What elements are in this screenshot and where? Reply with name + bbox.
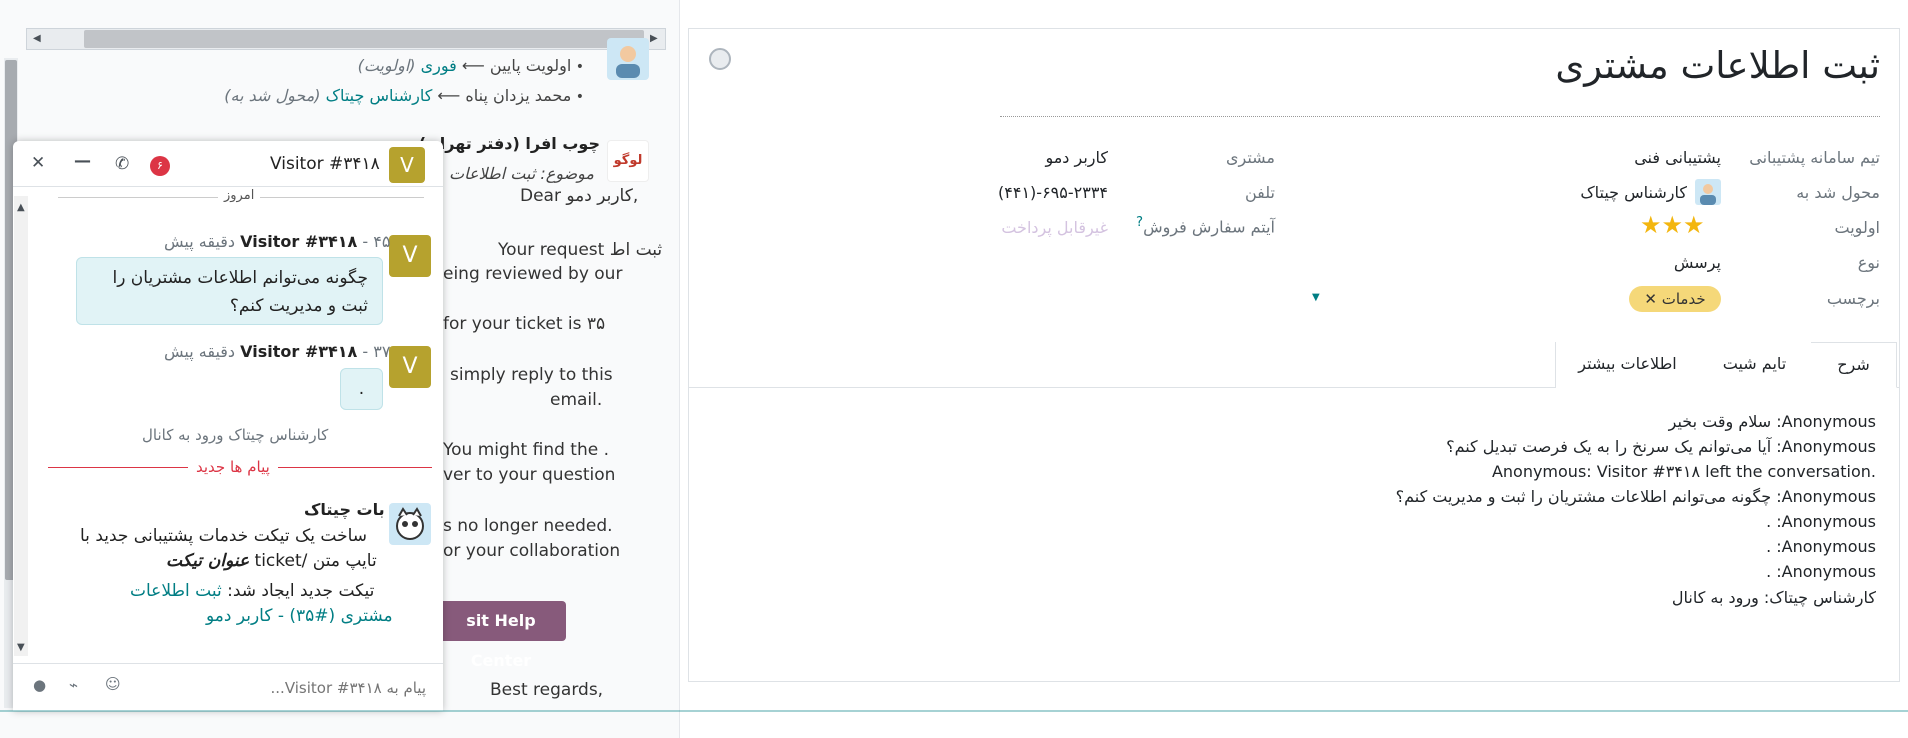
email-line: eing reviewed by our [443,264,623,284]
bot-line: ساخت یک تیکت خدمات پشتیبانی جدید با [80,526,368,546]
tag-remove-icon[interactable]: ✕ [1644,290,1657,308]
close-icon[interactable]: ✕ [31,153,45,173]
microphone-icon[interactable]: ● [33,676,46,694]
assignee-avatar [1695,179,1721,205]
email-line: or your collaboration [443,541,621,561]
ticket-link[interactable]: ثبت اطلاعات [130,581,222,601]
visitor-avatar: V [389,147,425,183]
email-line: for your ticket is ۳۵ [443,314,606,334]
phone-icon[interactable]: ✆ [115,154,129,174]
scroll-up-arrow-icon[interactable]: ▲ [17,202,25,213]
description-line: کارشناس چیتاک: ورود به کانال [1671,588,1876,607]
field-label: آیتم سفارش فروش? [1136,215,1275,237]
chat-scrollbar[interactable] [14,196,28,656]
help-center-button[interactable]: sit Help Center [436,601,566,670]
status-circle[interactable] [709,48,731,70]
email-line: email. [550,390,603,410]
bot-line: تایپ متن /ticket عنوان تیکت [166,551,377,571]
description-line: Anonymous: چگونه می‌توانم اطلاعات مشتریا… [1395,487,1876,506]
star-icon[interactable]: ★ [1683,211,1705,239]
description-line: Anonymous: Visitor #۳۴۱۸ left the conver… [1491,462,1876,481]
system-notification: کارشناس چیتاک ورود به کانال [142,426,329,444]
customer-value[interactable]: کاربر دمو [1045,148,1108,167]
company-logo: لوگو [607,140,649,182]
sale-line-value[interactable]: غیرقابل پرداخت [1001,218,1108,237]
tab-extra-info[interactable]: اطلاعات بیشتر [1555,342,1699,388]
star-icon[interactable]: ★ [1662,211,1684,239]
ticket-link[interactable]: مشتری (#۳۵) - کاربر دمو [206,606,393,626]
scroll-down-arrow-icon[interactable]: ▼ [17,642,25,653]
day-separator-label: امروز [218,188,261,203]
description-line: Anonymous: سلام وقت بخیر [1668,412,1876,431]
email-line: ver to your question [443,465,616,485]
email-line: Your request ثبت اط [498,240,663,260]
description-line: Anonymous: . [1766,562,1876,581]
new-messages-label: پیام ها جدید [188,458,278,476]
type-value[interactable]: پرسش [1674,253,1721,272]
field-label: برچسب [1826,289,1880,308]
team-value[interactable]: پشتیبانی فنی [1634,148,1721,167]
minimize-icon[interactable]: — [74,151,91,171]
attachment-icon[interactable]: ⌁ [69,676,78,694]
email-line: simply reply to this [450,365,613,385]
title-underline [1000,116,1880,117]
company-name: چوب افرا (دفتر تهران) [418,134,600,153]
message-input[interactable] [26,673,436,703]
email-line: You might find the . [443,440,610,460]
bot-line: تیکت جدید ایجاد شد: ثبت اطلاعات [130,581,375,601]
visitor-avatar: V [389,346,431,388]
notification-count-badge: ۶ [150,156,170,176]
email-line: Best regards, [490,680,604,700]
bottom-border [0,710,1908,712]
emoji-icon[interactable]: ☺ [105,675,121,693]
tab-timesheet[interactable]: تایم شیت [1698,342,1811,388]
tracking-line-priority: • اولویت پایین ⟵ فوری (اولویت) [357,56,584,75]
horizontal-scroll-thumb[interactable] [84,30,644,48]
bot-avatar [389,503,431,545]
message-sender: Visitor #۳۴۱۸ - ۴۵ دقیقه پیش [164,232,391,251]
field-label: نوع [1857,253,1880,272]
field-label: محول شد به [1796,183,1880,202]
bot-name: بات چیتاک [304,500,385,519]
visitor-avatar: V [389,235,431,277]
user-avatar [607,38,649,80]
field-label: مشتری [1225,148,1275,167]
tag-badge[interactable]: خدمات ✕ [1629,286,1721,312]
assignee-value[interactable]: کارشناس چیتاک [1580,183,1687,202]
star-icon[interactable]: ★ [1640,211,1662,239]
scroll-right-arrow-icon[interactable]: ▶ [650,33,658,44]
phone-value[interactable]: (۴۴۱)-۶۹۵-۲۳۳۴ [998,183,1108,202]
scroll-left-arrow-icon[interactable]: ◀ [33,33,41,44]
message-sender: Visitor #۳۴۱۸ - ۳۷ دقیقه پیش [164,342,391,361]
chat-visitor-name: Visitor #۳۴۱۸ [270,154,380,174]
message-bubble: . [340,368,383,410]
email-subject: موضوع: ثبت اطلاعات [449,164,594,183]
description-line: Anonymous: . [1766,537,1876,556]
description-line: Anonymous: آیا می‌توانم یک سرنخ را به یک… [1446,437,1876,456]
ticket-title[interactable]: ثبت اطلاعات مشتری [1555,44,1880,87]
field-label: تیم سامانه پشتیبانی [1749,148,1880,167]
message-bubble: چگونه می‌توانم اطلاعات مشتریان را ثبت و … [76,257,383,325]
description-line: Anonymous: . [1766,512,1876,531]
email-line: s no longer needed. [443,516,613,536]
tab-description[interactable]: شرح [1810,342,1897,388]
priority-stars[interactable]: ★★★ [1640,211,1705,239]
chevron-down-icon[interactable]: ▼ [1312,292,1320,303]
field-label: تلفن [1244,183,1275,202]
email-line: Dear کاربر دمو, [520,186,639,206]
tracking-line-assigned: • محمد یزدان پناه ⟵ کارشناس چیتاک (محول … [224,86,584,105]
field-label: اولویت [1834,218,1880,237]
